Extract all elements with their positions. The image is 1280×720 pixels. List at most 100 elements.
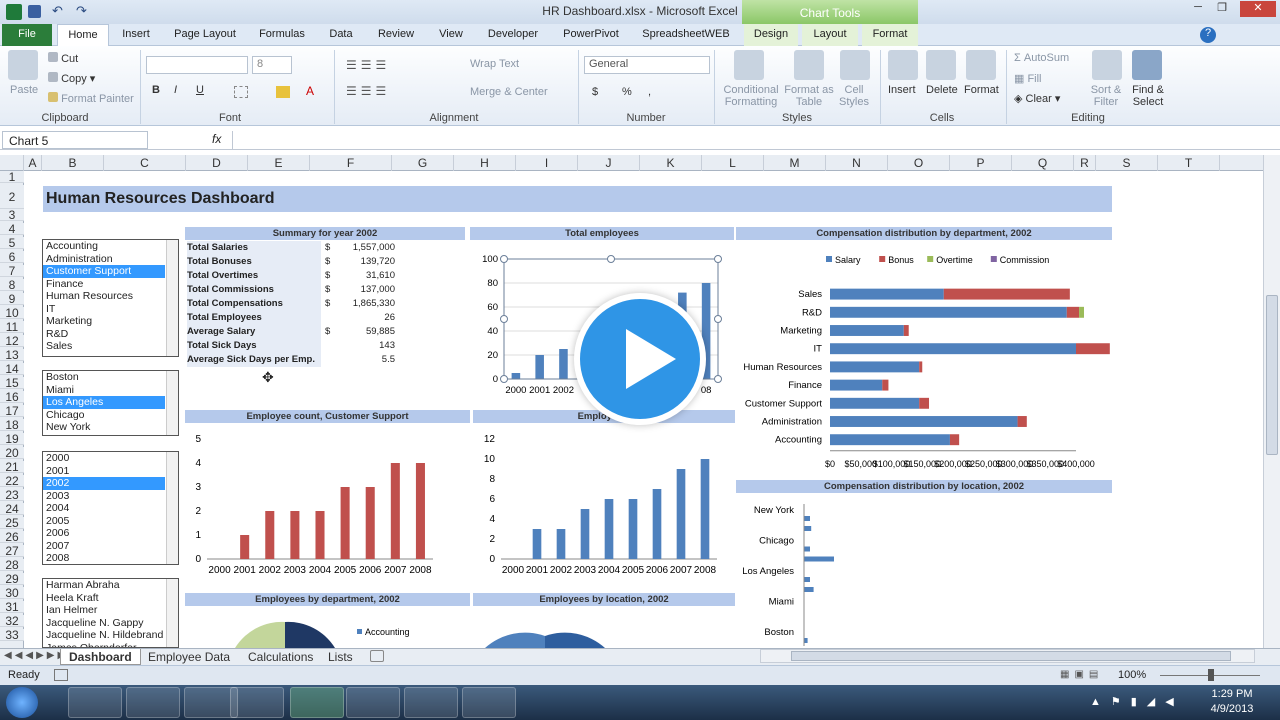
listbox-scrollbar[interactable] xyxy=(166,452,178,564)
row-header-7[interactable]: 7 xyxy=(0,265,24,277)
row-header-2[interactable]: 2 xyxy=(0,185,24,209)
tab-file[interactable]: File xyxy=(2,24,52,46)
zoom-slider-thumb[interactable] xyxy=(1208,669,1214,681)
listbox-item[interactable]: Miami xyxy=(43,384,165,397)
cell-styles-icon[interactable] xyxy=(840,50,870,80)
year-listbox[interactable]: 2000 2001 2002 2003 2004 2005 2006 2007 2008 xyxy=(42,451,179,565)
row-header-19[interactable]: 19 xyxy=(0,433,24,445)
column-header-n[interactable]: N xyxy=(826,155,888,171)
sheet-tab-dashboard[interactable]: Dashboard xyxy=(60,649,141,665)
row-header-5[interactable]: 5 xyxy=(0,237,24,249)
borders-icon[interactable] xyxy=(234,86,248,98)
comp-by-location-chart[interactable]: New York Chicago Los Angeles Miami Boston xyxy=(736,496,1112,648)
column-header-b[interactable]: B xyxy=(42,155,104,171)
listbox-item[interactable]: Human Resources xyxy=(43,290,165,303)
customer-support-chart[interactable]: 0 1 2 3 4 5 2000 2001 2002 2003 2004 2005 2006 2007 20… xyxy=(185,425,470,585)
listbox-item[interactable]: IT xyxy=(43,303,165,316)
row-header-21[interactable]: 21 xyxy=(0,461,24,473)
insert-cells-icon[interactable] xyxy=(888,50,918,80)
row-header-25[interactable]: 25 xyxy=(0,517,24,529)
department-listbox[interactable]: Accounting Administration Customer Support… xyxy=(42,239,179,357)
column-header-k[interactable]: K xyxy=(640,155,702,171)
paste-button[interactable]: Paste xyxy=(10,84,38,96)
column-header-t[interactable]: T xyxy=(1158,155,1220,171)
merge-center-button[interactable]: Merge & Center xyxy=(470,86,548,98)
row-header-27[interactable]: 27 xyxy=(0,545,24,557)
italic-button[interactable]: I xyxy=(174,84,177,96)
listbox-scrollbar[interactable] xyxy=(166,240,178,356)
clear-button[interactable]: ◈ Clear ▾ xyxy=(1014,92,1060,105)
close-button[interactable]: ✕ xyxy=(1240,1,1276,17)
listbox-scrollbar[interactable] xyxy=(166,579,178,647)
listbox-scrollbar[interactable] xyxy=(166,371,178,435)
row-header-23[interactable]: 23 xyxy=(0,489,24,501)
employee-count-chart[interactable]: 0246810122000 2001 2002 2003 2004 2005 2006 200… xyxy=(473,425,735,585)
format-table-icon[interactable] xyxy=(794,50,824,80)
listbox-item[interactable]: 2004 xyxy=(43,502,165,515)
clock-date[interactable]: 4/9/2013 xyxy=(1200,703,1264,715)
tab-developer[interactable]: Developer xyxy=(480,24,546,46)
tab-insert[interactable]: Insert xyxy=(113,24,159,46)
cell-styles-button[interactable]: Cell Styles xyxy=(834,84,874,108)
column-header-m[interactable]: M xyxy=(764,155,826,171)
vertical-align-icons[interactable]: ☰☰☰ xyxy=(346,58,390,72)
row-header-29[interactable]: 29 xyxy=(0,573,24,585)
listbox-item[interactable]: Jacqueline N. Gappy xyxy=(43,617,165,630)
zoom-level[interactable]: 100% xyxy=(1118,669,1146,681)
percent-button[interactable]: % xyxy=(622,86,632,98)
column-header-l[interactable]: L xyxy=(702,155,764,171)
row-header-18[interactable]: 18 xyxy=(0,419,24,431)
copy-button[interactable]: Copy ▾ xyxy=(48,72,95,85)
listbox-item[interactable]: Harman Abraha xyxy=(43,579,165,592)
column-header-q[interactable]: Q xyxy=(1012,155,1074,171)
row-header-20[interactable]: 20 xyxy=(0,447,24,459)
find-select-icon[interactable] xyxy=(1132,50,1162,80)
conditional-formatting-button[interactable]: Conditional Formatting xyxy=(720,84,782,108)
format-cells-icon[interactable] xyxy=(966,50,996,80)
row-header-24[interactable]: 24 xyxy=(0,503,24,515)
row-header-10[interactable]: 10 xyxy=(0,307,24,319)
fill-color-icon[interactable] xyxy=(276,86,290,98)
insert-cells-button[interactable]: Insert xyxy=(888,84,916,96)
explorer-taskbar-icon[interactable] xyxy=(68,687,122,718)
listbox-item[interactable]: 2007 xyxy=(43,540,165,553)
row-header-13[interactable]: 13 xyxy=(0,349,24,361)
sheet-tab-calculations[interactable]: Calculations xyxy=(240,649,321,665)
row-header-3[interactable]: 3 xyxy=(0,209,24,221)
row-header-26[interactable]: 26 xyxy=(0,531,24,543)
row-header-28[interactable]: 28 xyxy=(0,559,24,571)
function-icon[interactable]: fx xyxy=(212,132,221,146)
conditional-formatting-icon[interactable] xyxy=(734,50,764,80)
row-header-31[interactable]: 31 xyxy=(0,601,24,613)
insert-sheet-icon[interactable] xyxy=(370,650,384,662)
column-header-e[interactable]: E xyxy=(248,155,310,171)
listbox-item[interactable]: 2008 xyxy=(43,552,165,565)
row-header-11[interactable]: 11 xyxy=(0,321,24,333)
row-header-8[interactable]: 8 xyxy=(0,279,24,291)
row-header-30[interactable]: 30 xyxy=(0,587,24,599)
cut-button[interactable]: Cut xyxy=(48,52,78,65)
tab-view[interactable]: View xyxy=(428,24,474,46)
column-header-d[interactable]: D xyxy=(186,155,248,171)
sheet-nav-arrows[interactable]: ◀◀◀▶▶▶ xyxy=(4,650,68,661)
listbox-item[interactable]: 2005 xyxy=(43,515,165,528)
listbox-item[interactable]: Heela Kraft xyxy=(43,592,165,605)
excel-taskbar-icon[interactable] xyxy=(290,687,344,718)
tab-spreadsheetweb[interactable]: SpreadsheetWEB xyxy=(634,24,738,46)
city-listbox[interactable]: Boston Miami Los Angeles Chicago New York xyxy=(42,370,179,436)
tab-page-layout[interactable]: Page Layout xyxy=(166,24,244,46)
font-color-icon[interactable]: A xyxy=(306,84,314,98)
font-name-combo[interactable] xyxy=(146,56,248,74)
column-header-p[interactable]: P xyxy=(950,155,1012,171)
vertical-scrollbar[interactable] xyxy=(1263,155,1280,648)
column-header-s[interactable]: S xyxy=(1096,155,1158,171)
sheet-tab-lists[interactable]: Lists xyxy=(320,649,361,665)
macro-record-icon[interactable] xyxy=(54,669,68,681)
column-header-f[interactable]: F xyxy=(310,155,392,171)
comp-by-dept-chart[interactable]: Salary Bonus Overtime Commission Sales R&D Mar… xyxy=(736,243,1112,469)
paste-icon[interactable] xyxy=(8,50,38,80)
start-button[interactable] xyxy=(6,687,38,718)
horizontal-align-icons[interactable]: ☰☰☰ xyxy=(346,84,390,98)
comma-button[interactable]: , xyxy=(648,86,651,98)
row-header-33[interactable]: 33 xyxy=(0,629,24,641)
